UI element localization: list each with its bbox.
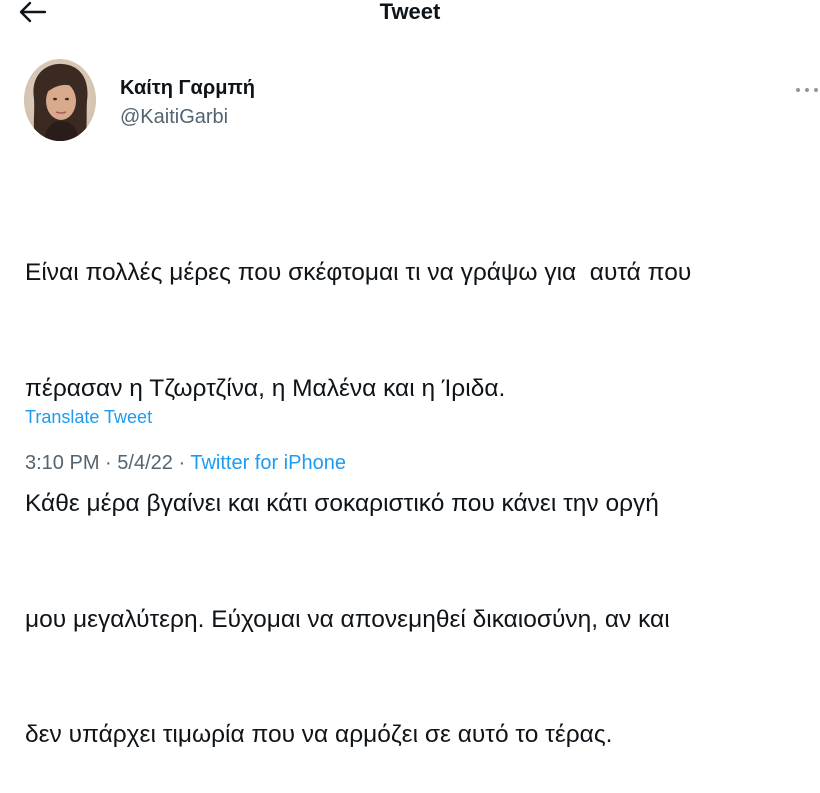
tweet-date[interactable]: 5/4/22 — [117, 452, 173, 474]
tweet-time[interactable]: 3:10 PM — [25, 452, 99, 474]
page-title: Tweet — [379, 0, 441, 24]
tweet-text: Είναι πολλές μέρες που σκέφτομαι τι να γ… — [25, 177, 815, 793]
tweet-meta: 3:10 PM · 5/4/22 · Twitter for iPhone — [25, 451, 346, 475]
tweet-text-line: μου μεγαλύτερη. Εύχομαι να απονεμηθεί δι… — [25, 605, 670, 633]
translate-tweet-link[interactable]: Translate Tweet — [25, 406, 152, 428]
tweet-text-line: πέρασαν η Τζωρτζίνα, η Μαλένα και η Ίριδ… — [25, 374, 506, 402]
avatar[interactable] — [24, 59, 96, 141]
author-name[interactable]: Καίτη Γαρμπή — [120, 76, 255, 100]
tweet-text-line: δεν υπάρχει τιμωρία που να αρμόζει σε αυ… — [25, 721, 613, 748]
top-bar: Tweet — [0, 0, 820, 28]
more-options-button[interactable] — [794, 82, 820, 98]
more-horizontal-icon — [796, 88, 818, 92]
meta-separator: · — [178, 452, 186, 474]
tweet-source-link[interactable]: Twitter for iPhone — [190, 452, 346, 474]
author-handle[interactable]: @KaitiGarbi — [120, 105, 228, 129]
tweet-text-line: Είναι πολλές μέρες που σκέφτομαι τι να γ… — [25, 259, 692, 286]
tweet-text-line: Κάθε μέρα βγαίνει και κάτι σοκαριστικό π… — [25, 490, 659, 517]
meta-separator: · — [105, 452, 112, 474]
